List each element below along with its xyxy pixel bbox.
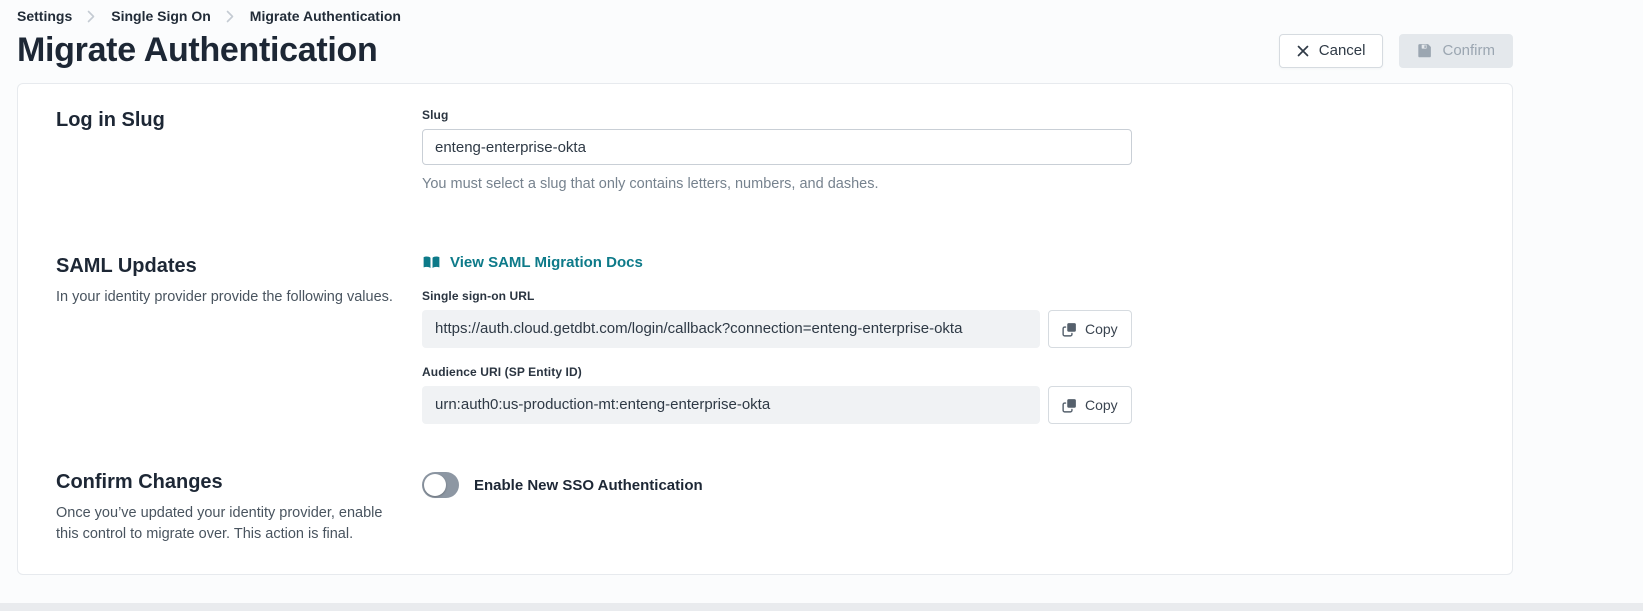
confirm-button-label: Confirm	[1442, 42, 1495, 59]
section-saml-updates-info: SAML Updates In your identity provider p…	[56, 254, 422, 307]
page: Settings Single Sign On Migrate Authenti…	[0, 0, 1643, 575]
section-login-slug: Log in Slug Slug You must select a slug …	[56, 108, 1474, 192]
section-login-slug-form: Slug You must select a slug that only co…	[422, 108, 1474, 192]
sso-url-label: Single sign-on URL	[422, 289, 1474, 303]
enable-sso-toggle-row: Enable New SSO Authentication	[422, 472, 1474, 498]
migrate-authentication-card: Log in Slug Slug You must select a slug …	[17, 83, 1513, 575]
slug-input[interactable]	[422, 129, 1132, 165]
section-desc-saml-updates: In your identity provider provide the fo…	[56, 287, 396, 307]
page-bottom-edge	[0, 603, 1643, 611]
chevron-right-icon	[226, 10, 235, 23]
book-icon	[422, 255, 441, 270]
enable-sso-toggle-label: Enable New SSO Authentication	[474, 477, 703, 494]
section-confirm-changes-info: Confirm Changes Once you’ve updated your…	[56, 470, 422, 544]
save-icon	[1417, 43, 1432, 58]
section-saml-updates: SAML Updates In your identity provider p…	[56, 254, 1474, 424]
close-icon	[1297, 45, 1309, 57]
section-heading-saml-updates: SAML Updates	[56, 254, 422, 279]
toggle-knob	[424, 474, 446, 496]
breadcrumb-single-sign-on[interactable]: Single Sign On	[111, 8, 211, 24]
breadcrumb: Settings Single Sign On Migrate Authenti…	[17, 6, 1513, 24]
page-header: Migrate Authentication Cancel Confirm	[17, 32, 1513, 69]
section-heading-confirm-changes: Confirm Changes	[56, 470, 422, 495]
copy-sso-url-button[interactable]: Copy	[1048, 310, 1132, 348]
breadcrumb-settings[interactable]: Settings	[17, 8, 72, 24]
section-desc-confirm-changes: Once you’ve updated your identity provid…	[56, 503, 396, 544]
chevron-right-icon	[87, 10, 96, 23]
audience-uri-value: urn:auth0:us-production-mt:enteng-enterp…	[422, 386, 1040, 424]
slug-field-label: Slug	[422, 108, 1474, 122]
cancel-button[interactable]: Cancel	[1279, 34, 1384, 68]
view-saml-migration-docs-label: View SAML Migration Docs	[450, 254, 643, 271]
sso-url-value: https://auth.cloud.getdbt.com/login/call…	[422, 310, 1040, 348]
audience-uri-label: Audience URI (SP Entity ID)	[422, 365, 1474, 379]
copy-icon	[1062, 322, 1077, 337]
enable-sso-toggle[interactable]	[422, 472, 459, 498]
section-heading-login-slug: Log in Slug	[56, 108, 422, 133]
copy-icon	[1062, 398, 1077, 413]
section-login-slug-info: Log in Slug	[56, 108, 422, 133]
copy-button-label: Copy	[1085, 397, 1118, 413]
cancel-button-label: Cancel	[1319, 42, 1366, 59]
breadcrumb-migrate-authentication: Migrate Authentication	[250, 8, 401, 24]
confirm-button[interactable]: Confirm	[1399, 34, 1513, 68]
section-saml-updates-form: View SAML Migration Docs Single sign-on …	[422, 254, 1474, 424]
page-title: Migrate Authentication	[17, 32, 377, 69]
copy-audience-uri-button[interactable]: Copy	[1048, 386, 1132, 424]
view-saml-migration-docs-link[interactable]: View SAML Migration Docs	[422, 254, 643, 271]
sso-url-row: https://auth.cloud.getdbt.com/login/call…	[422, 310, 1474, 348]
audience-uri-row: urn:auth0:us-production-mt:enteng-enterp…	[422, 386, 1474, 424]
section-confirm-changes: Confirm Changes Once you’ve updated your…	[56, 470, 1474, 544]
section-confirm-changes-form: Enable New SSO Authentication	[422, 470, 1474, 498]
copy-button-label: Copy	[1085, 321, 1118, 337]
header-actions: Cancel Confirm	[1279, 34, 1513, 68]
slug-helper-text: You must select a slug that only contain…	[422, 176, 1474, 192]
